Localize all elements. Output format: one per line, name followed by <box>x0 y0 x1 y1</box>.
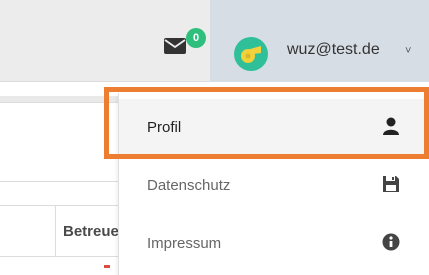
divider <box>0 102 118 103</box>
menu-item-label: Impressum <box>147 235 222 252</box>
user-email[interactable]: wuz@test.de <box>287 41 380 59</box>
user-icon <box>383 117 399 135</box>
column-header-betreuer[interactable]: Betreuer <box>63 223 118 240</box>
chevron-down-icon[interactable]: ˅ <box>405 45 411 57</box>
whistle-icon <box>241 46 261 63</box>
envelope-icon <box>164 38 186 54</box>
menu-item-label: Profil <box>147 119 182 136</box>
messages-button[interactable]: 0 <box>160 26 206 66</box>
divider <box>0 181 118 182</box>
column-divider <box>55 205 56 257</box>
menu-item-profil[interactable]: Profil <box>119 99 429 157</box>
info-icon <box>382 233 400 251</box>
user-dropdown-menu: Profil Datenschutz Impressum <box>118 93 429 275</box>
menu-item-impressum[interactable]: Impressum <box>119 215 429 273</box>
menu-item-label: Datenschutz <box>147 177 231 194</box>
message-count-badge: 0 <box>186 28 206 48</box>
status-mark <box>104 265 110 268</box>
save-icon <box>383 176 399 192</box>
menu-item-datenschutz[interactable]: Datenschutz <box>119 157 429 215</box>
avatar[interactable] <box>234 37 268 71</box>
